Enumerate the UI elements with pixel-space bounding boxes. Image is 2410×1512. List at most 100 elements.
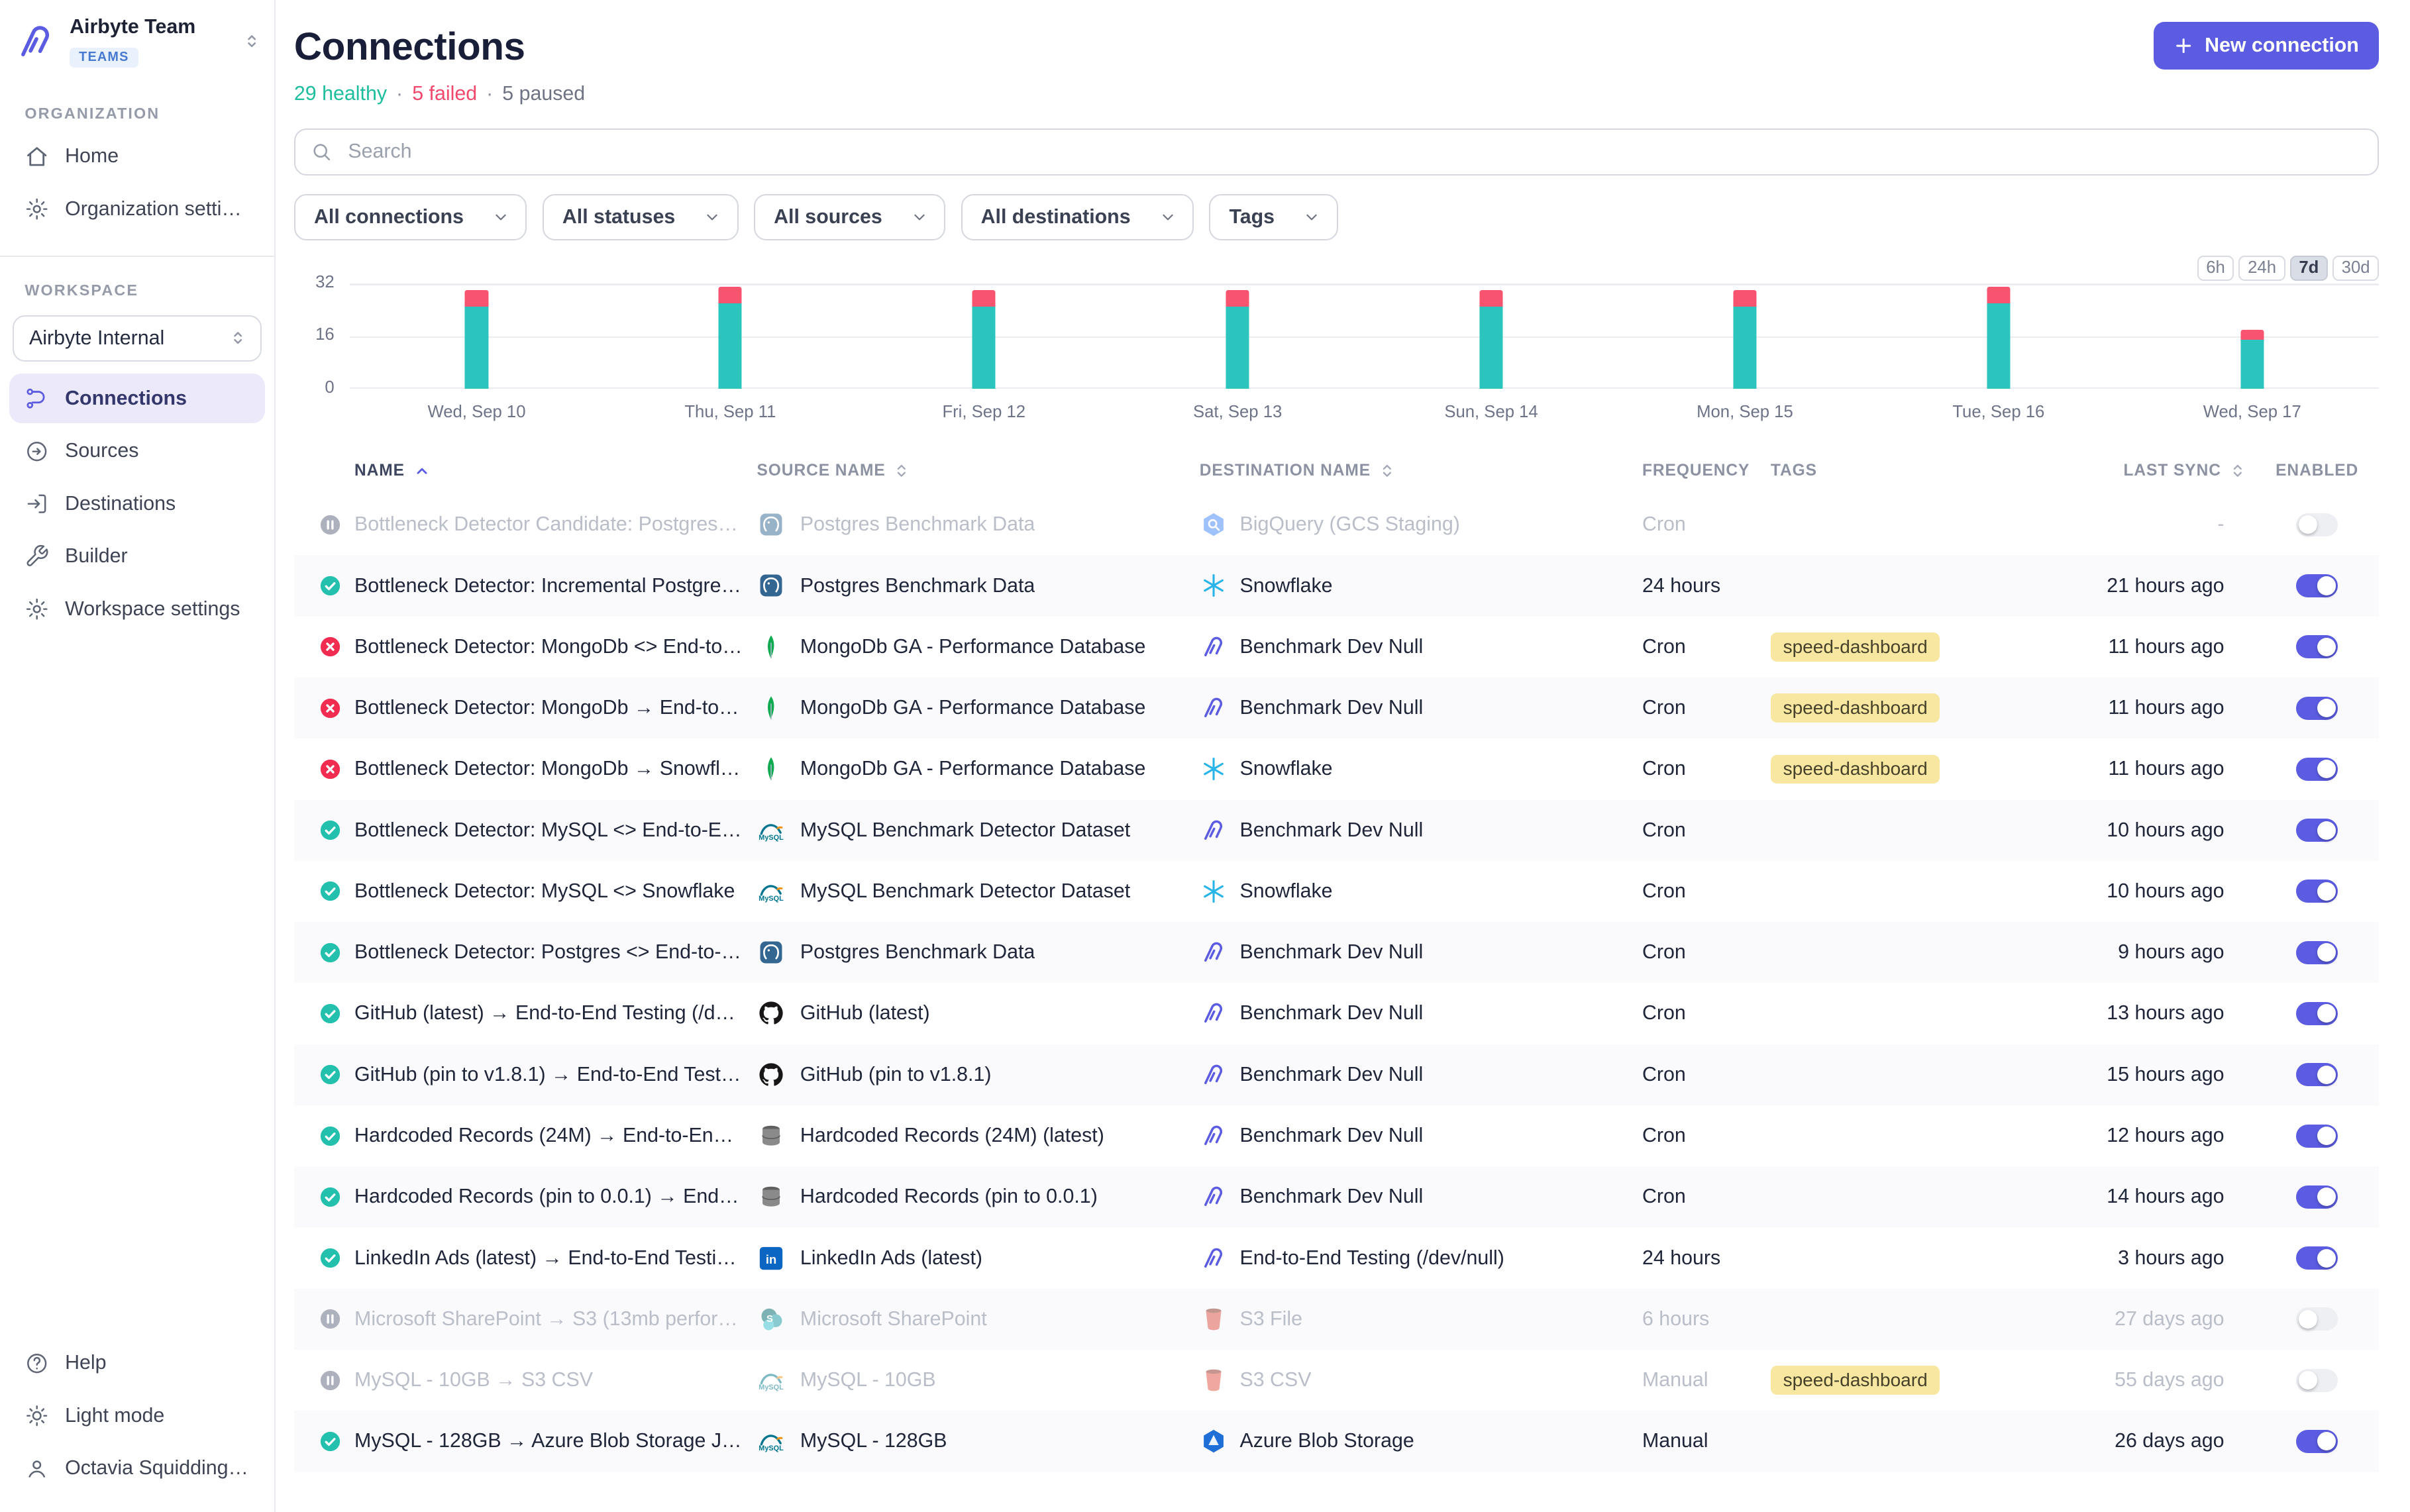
frequency-cell: 24 hours (1642, 1247, 1771, 1270)
table-row[interactable]: Bottleneck Detector: Incremental Postgre… (294, 555, 2379, 616)
connection-name-cell: Microsoft SharePoint → S3 (13mb performa… (294, 1307, 743, 1331)
sidebar-item-workspace-settings[interactable]: Workspace settings (9, 584, 265, 634)
filter-dropdown-all-destinations[interactable]: All destinations (961, 194, 1194, 240)
healthy-bar-segment (1226, 307, 1249, 389)
last-sync-cell: - (2080, 513, 2255, 536)
column-header-label: DESTINATION NAME (1200, 462, 1371, 480)
sidebar-item-destinations[interactable]: Destinations (9, 479, 265, 529)
table-row[interactable]: Bottleneck Detector: MongoDb <> End-to-E… (294, 617, 2379, 678)
column-header-last-sync[interactable]: LAST SYNC (2080, 462, 2255, 480)
x-axis-label: Thu, Sep 11 (603, 403, 857, 422)
table-row[interactable]: Bottleneck Detector: MySQL <> SnowflakeM… (294, 861, 2379, 922)
x-axis-label: Sun, Sep 14 (1365, 403, 1618, 422)
sidebar-item-help[interactable]: Help (9, 1338, 265, 1388)
filter-dropdown-all-statuses[interactable]: All statuses (543, 194, 739, 240)
sidebar-item-octavia-squiddington[interactable]: Octavia Squiddington (9, 1444, 265, 1493)
search-input[interactable] (345, 139, 2362, 165)
enabled-toggle[interactable] (2296, 758, 2338, 781)
toggle-knob (2317, 1066, 2336, 1084)
sidebar: Airbyte Team TEAMS ORGANIZATION HomeOrga… (0, 0, 276, 1512)
table-row[interactable]: Bottleneck Detector Candidate: Postgres … (294, 494, 2379, 555)
sidebar-item-light-mode[interactable]: Light mode (9, 1391, 265, 1441)
enabled-toggle[interactable] (2296, 635, 2338, 658)
sidebar-item-organization-settings[interactable]: Organization settings (9, 184, 265, 234)
time-range-30d[interactable]: 30d (2332, 256, 2379, 281)
healthy-bar-segment (719, 303, 742, 389)
table-row[interactable]: Bottleneck Detector: MySQL <> End-to-End… (294, 800, 2379, 861)
table-row[interactable]: Bottleneck Detector: MongoDb → End-to-En… (294, 678, 2379, 738)
enabled-toggle[interactable] (2296, 1125, 2338, 1148)
healthy-status-icon (319, 1185, 342, 1209)
sidebar-item-builder[interactable]: Builder (9, 532, 265, 581)
time-range-24h[interactable]: 24h (2238, 256, 2285, 281)
failed-bar-segment (719, 287, 742, 303)
destination-name: Benchmark Dev Null (1239, 1002, 1423, 1025)
table-row[interactable]: Hardcoded Records (pin to 0.0.1) → End-t… (294, 1166, 2379, 1227)
team-selector[interactable]: Airbyte Team TEAMS (0, 0, 274, 80)
new-connection-label: New connection (2205, 34, 2359, 57)
table-row[interactable]: LinkedIn Ads (latest) → End-to-End Testi… (294, 1227, 2379, 1288)
enabled-toggle[interactable] (2296, 1307, 2338, 1331)
sidebar-item-sources[interactable]: Sources (9, 427, 265, 476)
chart-bar (972, 290, 996, 389)
frequency-cell: Cron (1642, 1064, 1771, 1086)
table-row[interactable]: Bottleneck Detector: MongoDb → Snowflake… (294, 738, 2379, 799)
failed-bar-segment (1733, 290, 1756, 307)
last-sync-cell: 26 days ago (2080, 1430, 2255, 1452)
table-row[interactable]: Hardcoded Records (24M) → End-to-End Te.… (294, 1105, 2379, 1166)
filter-dropdown-all-connections[interactable]: All connections (294, 194, 527, 240)
chart-bar (1480, 290, 1503, 389)
enabled-toggle[interactable] (2296, 1430, 2338, 1453)
filter-dropdown-all-sources[interactable]: All sources (754, 194, 945, 240)
x-axis-label: Sat, Sep 13 (1111, 403, 1365, 422)
connection-name: Bottleneck Detector: MongoDb → End-to-En… (354, 697, 743, 719)
enabled-cell (2255, 941, 2379, 964)
chart-bars (350, 283, 2379, 389)
enabled-toggle[interactable] (2296, 1369, 2338, 1392)
enabled-toggle[interactable] (2296, 1002, 2338, 1025)
enabled-toggle[interactable] (2296, 574, 2338, 597)
table-row[interactable]: MySQL - 10GB → S3 CSVMySQLMySQL - 10GBS3… (294, 1350, 2379, 1411)
sidebar-item-label: Builder (65, 545, 128, 568)
column-header-name[interactable]: NAME (294, 462, 743, 480)
table-row[interactable]: MySQL - 128GB → Azure Blob Storage JSON … (294, 1411, 2379, 1472)
mongodb-icon (757, 755, 785, 783)
airbyte-icon (1200, 1061, 1228, 1089)
filter-dropdown-tags[interactable]: Tags (1209, 194, 1337, 240)
new-connection-button[interactable]: New connection (2154, 22, 2379, 70)
table-row[interactable]: Bottleneck Detector: Postgres <> End-to-… (294, 922, 2379, 983)
frequency-cell: Manual (1642, 1369, 1771, 1391)
chevron-down-icon (1159, 208, 1177, 227)
mysql-icon: MySQL (757, 878, 785, 905)
snowflake-icon (1200, 755, 1228, 783)
sort-asc-icon (413, 462, 431, 480)
sidebar-item-connections[interactable]: Connections (9, 374, 265, 423)
chevron-down-icon (703, 208, 721, 227)
destination-cell: Benchmark Dev Null (1193, 999, 1642, 1027)
sidebar-item-home[interactable]: Home (9, 132, 265, 181)
enabled-toggle[interactable] (2296, 819, 2338, 842)
workspace-selector[interactable]: Airbyte Internal (13, 315, 262, 362)
table-row[interactable]: GitHub (pin to v1.8.1) → End-to-End Test… (294, 1044, 2379, 1105)
enabled-toggle[interactable] (2296, 1246, 2338, 1270)
enabled-toggle[interactable] (2296, 880, 2338, 903)
filter-dropdown-label: All statuses (562, 206, 675, 228)
connection-name: Bottleneck Detector: MongoDb → Snowflake (354, 758, 743, 780)
column-header-source-name[interactable]: SOURCE NAME (743, 462, 1194, 480)
enabled-toggle[interactable] (2296, 697, 2338, 720)
airbyte-icon (1200, 1183, 1228, 1211)
enabled-toggle[interactable] (2296, 1063, 2338, 1086)
svg-text:in: in (765, 1252, 776, 1266)
toggle-knob (2299, 1371, 2317, 1389)
enabled-toggle[interactable] (2296, 941, 2338, 964)
table-row[interactable]: GitHub (latest) → End-to-End Testing (/d… (294, 983, 2379, 1044)
tags-cell: speed-dashboard (1771, 1366, 2080, 1395)
table-row[interactable]: Microsoft SharePoint → S3 (13mb performa… (294, 1289, 2379, 1350)
time-range-6h[interactable]: 6h (2197, 256, 2234, 281)
enabled-toggle[interactable] (2296, 1185, 2338, 1209)
enabled-toggle[interactable] (2296, 513, 2338, 536)
time-range-7d[interactable]: 7d (2290, 256, 2328, 281)
toggle-knob (2317, 576, 2336, 595)
connection-name: Hardcoded Records (pin to 0.0.1) → End-t… (354, 1185, 743, 1208)
column-header-destination-name[interactable]: DESTINATION NAME (1193, 462, 1642, 480)
